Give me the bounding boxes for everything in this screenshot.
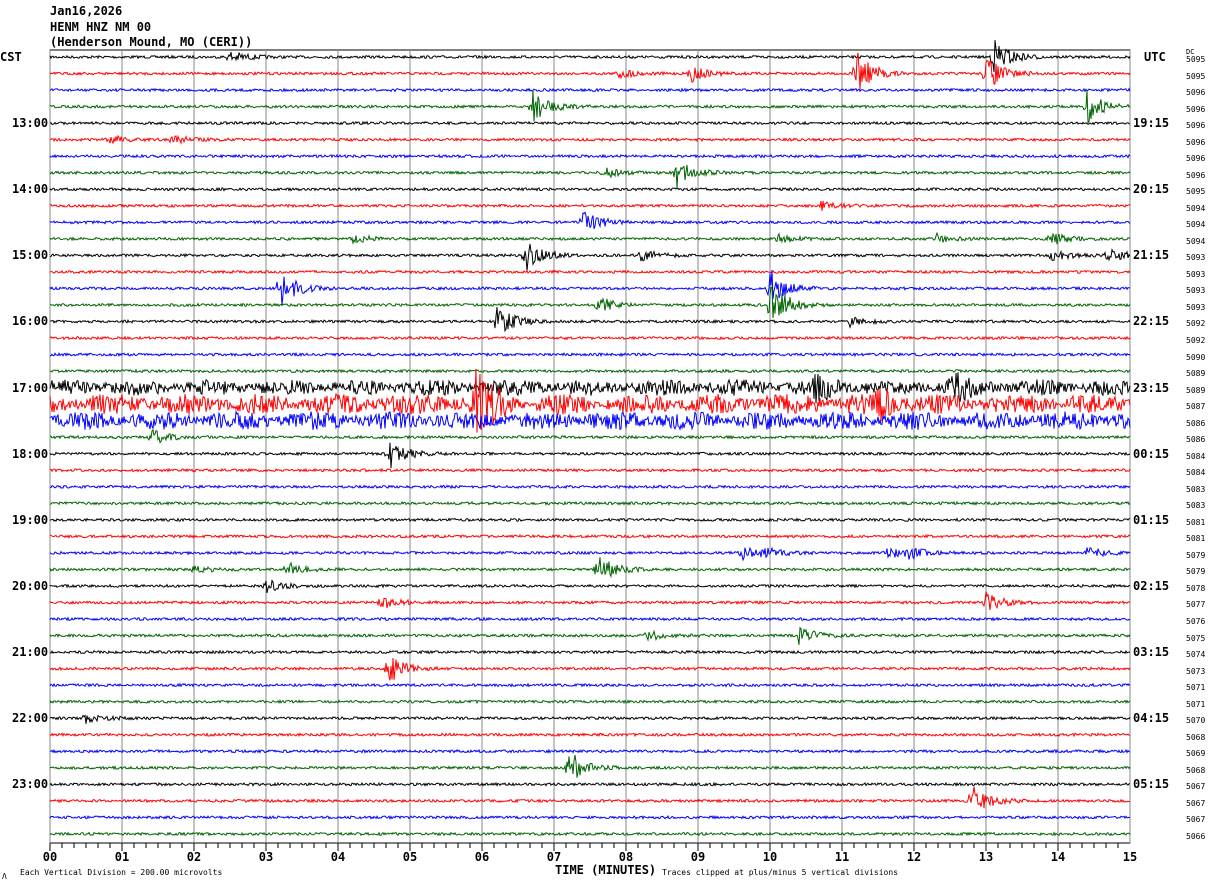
- trace-row-16: [49, 307, 1131, 333]
- trace-row-26: [49, 484, 1131, 490]
- clip-note: Traces clipped at plus/minus 5 vertical …: [662, 868, 899, 877]
- trace-row-39: [49, 699, 1131, 705]
- trace-row-11: [49, 231, 1131, 245]
- trace-row-28: [49, 517, 1131, 523]
- trace-row-14: [49, 270, 1131, 306]
- trace-row-5: [49, 134, 1131, 145]
- trace-row-44: [49, 781, 1131, 787]
- trace-row-30: [49, 546, 1131, 562]
- trace-row-23: [50, 428, 1131, 444]
- trace-row-35: [49, 626, 1131, 645]
- trace-row-41: [49, 732, 1131, 738]
- trace-row-17: [49, 335, 1131, 341]
- trace-row-18: [50, 351, 1131, 358]
- trace-row-15: [49, 286, 1131, 319]
- trace-row-32: [49, 579, 1131, 594]
- trace-row-13: [49, 269, 1131, 275]
- trace-row-22: [49, 409, 1131, 431]
- logo-mark: Λ: [2, 872, 7, 881]
- trace-row-46: [49, 814, 1131, 821]
- trace-row-33: [49, 591, 1131, 610]
- trace-row-31: [49, 557, 1131, 579]
- scale-note: Each Vertical Division = 200.00 microvol…: [20, 868, 223, 877]
- trace-row-9: [49, 200, 1131, 211]
- trace-row-25: [49, 467, 1131, 473]
- trace-row-29: [49, 533, 1131, 540]
- trace-row-24: [49, 442, 1131, 469]
- trace-row-3: [49, 89, 1131, 125]
- trace-row-47: [49, 831, 1131, 837]
- seismogram-plot: [49, 40, 1131, 851]
- trace-row-4: [49, 120, 1131, 126]
- trace-row-20: [49, 372, 1131, 404]
- trace-row-38: [49, 682, 1131, 688]
- trace-row-27: [49, 500, 1131, 506]
- helicorder: Jan16,2026 HENM HNZ NM 00 (Henderson Mou…: [0, 0, 1210, 886]
- trace-row-10: [49, 211, 1131, 230]
- trace-row-8: [49, 186, 1131, 192]
- trace-row-7: [49, 164, 1131, 188]
- trace-row-42: [49, 748, 1131, 754]
- trace-row-34: [49, 616, 1131, 622]
- trace-row-40: [49, 714, 1131, 724]
- trace-row-19: [50, 368, 1131, 374]
- trace-row-12: [49, 243, 1131, 271]
- trace-row-45: [49, 786, 1131, 809]
- x-axis-title: TIME (MINUTES): [555, 863, 657, 877]
- trace-row-43: [49, 755, 1131, 778]
- trace-row-2: [49, 87, 1131, 93]
- trace-row-6: [49, 153, 1131, 159]
- trace-row-36: [49, 649, 1131, 655]
- plot-frame: [49, 49, 1131, 844]
- trace-row-0: [49, 40, 1131, 73]
- trace-row-37: [49, 657, 1131, 681]
